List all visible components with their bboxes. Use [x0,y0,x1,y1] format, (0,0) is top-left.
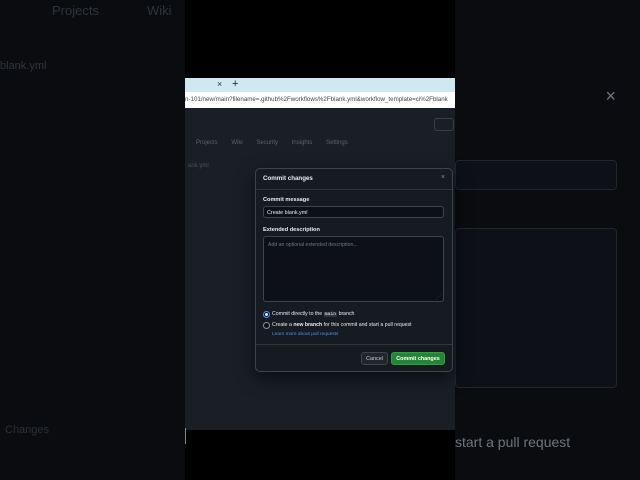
new-branch-bold: new branch [293,322,323,328]
new-branch-suffix: for this commit and start a pull request [322,322,412,328]
branch-name: main [323,312,338,317]
commit-direct-prefix: Commit directly to the [272,311,324,317]
extended-description-placeholder: Add an optional extended description... [268,242,358,248]
new-branch-label[interactable]: Create a new branch for this commit and … [272,322,412,328]
tab-settings[interactable]: Settings [326,140,348,146]
commit-direct-suffix: branch [337,311,355,317]
bg-input-box [455,160,617,190]
tab-insights[interactable]: Insights [292,140,313,146]
tab-close-icon[interactable]: × [217,79,222,89]
bg-nav-projects: Projects [52,3,99,18]
extended-description-textarea[interactable]: Add an optional extended description... … [263,236,444,302]
resize-handle-icon[interactable]: ⋰ [436,294,441,300]
bg-nav-wiki: Wiki [147,3,172,18]
address-bar-url[interactable]: n-101/new/main?filename=.github%2Fworkfl… [185,96,455,103]
new-branch-radio[interactable] [263,322,270,329]
extended-description-label: Extended description [263,227,320,233]
learn-more-link[interactable]: Learn more about pull requests [272,332,338,337]
search-icon[interactable] [434,118,454,131]
commit-direct-radio[interactable] [263,311,270,318]
commit-changes-dialog: Commit changes × Commit message Create b… [255,168,453,372]
commit-changes-button[interactable]: Commit changes [391,352,445,365]
close-icon[interactable]: × [605,86,616,107]
page-file-label: ank.yml [188,163,209,169]
tab-wiki[interactable]: Wiki [231,140,242,146]
new-tab-icon[interactable]: + [232,78,238,90]
tab-security[interactable]: Security [256,140,278,146]
tab-projects[interactable]: Projects [196,140,218,146]
bg-changes-label: Changes [5,424,50,436]
browser-tab-bar [185,78,455,92]
dialog-footer-divider [256,344,452,345]
bg-file-label: blank.yml [0,60,47,72]
dialog-title: Commit changes [263,175,313,182]
text-caret [185,428,186,444]
new-branch-prefix: Create a [272,322,294,328]
bg-pull-request-text: start a pull request [455,434,571,450]
close-icon[interactable]: × [441,174,445,181]
bg-editor-box [455,228,617,388]
commit-message-label: Commit message [263,197,310,203]
cancel-button[interactable]: Cancel [361,352,388,365]
commit-direct-label[interactable]: Commit directly to the main branch [272,311,354,317]
commit-message-input[interactable]: Create blank.yml [263,206,444,218]
repo-tabs: Projects Wiki Security Insights Settings [196,140,360,146]
